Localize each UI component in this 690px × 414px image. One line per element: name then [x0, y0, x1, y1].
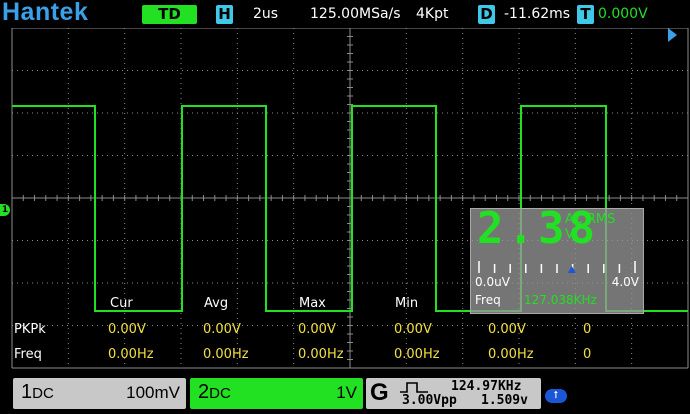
- generator-amplitude: 3.00Vpp: [402, 393, 457, 408]
- table-cell: 0.00V: [108, 322, 146, 337]
- generator-button[interactable]: G 124.97KHz 3.00Vpp 1.509v: [366, 378, 541, 409]
- memory-depth: 4Kpt: [416, 6, 449, 22]
- row-label-freq: Freq: [14, 347, 42, 362]
- table-cell: 0.00Hz: [108, 347, 154, 362]
- channel-1-coupling: DC: [32, 385, 54, 402]
- meter-mode: AC RMS V: [565, 212, 615, 242]
- channel-2-label: 2DC: [198, 381, 231, 404]
- table-cell: 0.00Hz: [203, 347, 249, 362]
- bluetooth-icon[interactable]: ⭡: [545, 389, 567, 403]
- waveform-display[interactable]: [0, 27, 690, 372]
- trigger-level: 0.000V: [598, 6, 648, 22]
- meter-scale-max: 4.0V: [611, 275, 639, 289]
- table-cell: 0: [583, 322, 592, 337]
- generator-offset: 1.509v: [481, 393, 528, 408]
- channel-1-label: 1DC: [21, 381, 54, 404]
- channel-2-coupling: DC: [209, 385, 231, 402]
- channel-1-number: 1: [21, 381, 33, 403]
- col-header-cur: Cur: [110, 296, 133, 311]
- meter-scale: [478, 261, 636, 273]
- delay-value: -11.62ms: [504, 6, 571, 22]
- meter-pointer-icon: [567, 266, 576, 273]
- channel-2-scale: 1V: [336, 383, 357, 402]
- delay-icon[interactable]: D: [478, 5, 495, 24]
- meter-freq-value: 127.038KHz: [524, 293, 597, 307]
- graticule: [11, 27, 689, 369]
- channel-1-scale: 100mV: [126, 383, 180, 402]
- col-header-min: Min: [395, 296, 419, 311]
- brand-logo: Hantek: [2, 0, 89, 26]
- dmm-meter-panel: 2.38 AC RMS V 0.0uV 4.0V Freq 127.038KHz: [470, 203, 644, 314]
- table-cell: 0.00V: [203, 322, 241, 337]
- square-wave-icon: [400, 382, 428, 393]
- meter-unit: V: [565, 227, 574, 242]
- table-cell: 0.00V: [394, 322, 432, 337]
- table-cell: 0.00V: [298, 322, 336, 337]
- status-bar: Hantek TD H 2us 125.00MSa/s 4Kpt D -11.6…: [0, 0, 690, 28]
- row-label-pkpk: PKPk: [14, 322, 46, 337]
- sample-rate: 125.00MSa/s: [310, 6, 401, 22]
- col-header-avg: Avg: [204, 296, 229, 311]
- channel-2-number: 2: [198, 381, 210, 403]
- timebase-icon[interactable]: H: [216, 5, 233, 24]
- trigger-icon[interactable]: T: [577, 5, 594, 24]
- mode-badge[interactable]: TD: [142, 5, 197, 24]
- meter-freq-label: Freq: [475, 293, 501, 307]
- table-cell: 0.00Hz: [488, 347, 534, 362]
- generator-letter: G: [370, 379, 389, 406]
- timebase-value: 2us: [253, 6, 279, 22]
- table-cell: 0.00Hz: [298, 347, 344, 362]
- table-cell: 0: [583, 347, 592, 362]
- meter-scale-min: 0.0uV: [475, 275, 510, 289]
- channel-1-button[interactable]: 1DC 100mV: [13, 378, 186, 409]
- generator-frequency: 124.97KHz: [451, 379, 522, 394]
- col-header-max: Max: [299, 296, 326, 311]
- table-cell: 0.00V: [488, 322, 526, 337]
- channel-2-button[interactable]: 2DC 1V: [190, 378, 363, 409]
- meter-mode-line1: AC RMS: [565, 212, 616, 227]
- table-cell: 0.00Hz: [394, 347, 440, 362]
